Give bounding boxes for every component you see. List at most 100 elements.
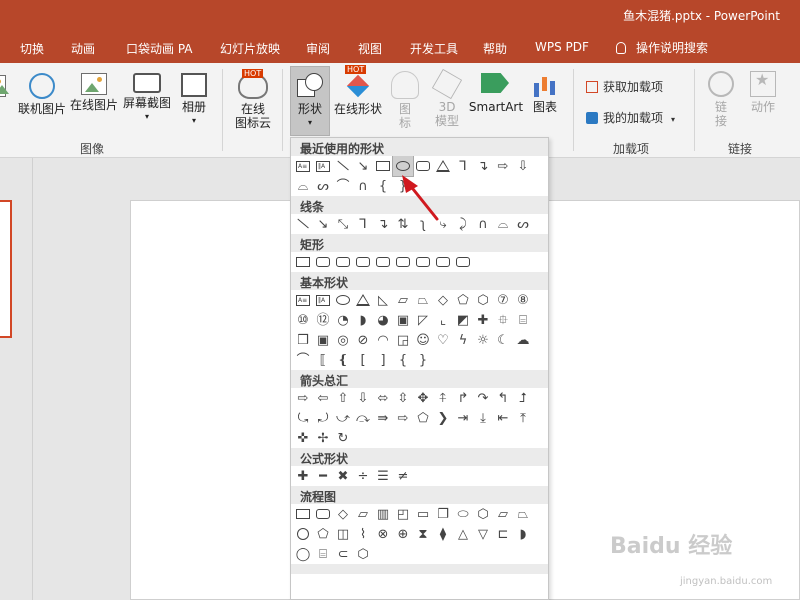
shape-flowchart-offpage[interactable]: ⬠ [313, 524, 333, 544]
shape-cross[interactable]: ✚ [473, 310, 493, 330]
shape-notched-right-arrow[interactable]: ⇨ [393, 408, 413, 428]
shape-elbow-arrow[interactable]: ↴ [473, 156, 493, 176]
shape-elbow-connector[interactable]: ⅂ [353, 214, 373, 234]
shape-flowchart-display[interactable]: ⬡ [353, 544, 373, 564]
shape-flowchart-extract[interactable]: △ [453, 524, 473, 544]
shape-flowchart-sort[interactable]: ⧫ [433, 524, 453, 544]
tab-animations[interactable]: 动画 [71, 40, 95, 57]
shape-half-frame[interactable]: ◸ [413, 310, 433, 330]
shape-flowchart-alternate-process[interactable] [313, 504, 333, 524]
shape-bent-up-arrow[interactable]: ⮥ [513, 388, 533, 408]
shape-flowchart-delay[interactable]: ◗ [513, 524, 533, 544]
screenshot-button[interactable]: 屏幕截图 ▾ [121, 73, 173, 124]
shape-flowchart-process[interactable] [293, 504, 313, 524]
shape-left-bracket[interactable]: [ [353, 350, 373, 370]
tab-pocket-animation[interactable]: 口袋动画 PA [126, 40, 193, 57]
shape-left-right-arrow-callout[interactable]: ✜ [293, 428, 313, 448]
shape-up-arrow[interactable]: ⇧ [333, 388, 353, 408]
shape-curved-connector[interactable]: ʅ [413, 214, 433, 234]
shape-flowchart-decision[interactable]: ◇ [333, 504, 353, 524]
shape-down-arrow[interactable]: ⇩ [353, 388, 373, 408]
shape-arc[interactable]: ⌒ [333, 176, 353, 196]
shape-trapezoid[interactable]: ⏢ [413, 290, 433, 310]
shape-flowchart-preparation[interactable]: ⬡ [473, 504, 493, 524]
shape-octagon[interactable]: ⑧ [513, 290, 533, 310]
shape-line[interactable] [333, 156, 353, 176]
shape-rect[interactable] [293, 252, 313, 272]
shape-quad-arrow-callout[interactable]: ✢ [313, 428, 333, 448]
shape-curved-left-arrow[interactable]: ⤾ [313, 408, 333, 428]
shape-plus[interactable]: ✚ [293, 466, 313, 486]
shape-right-arrow[interactable]: ⇨ [493, 156, 513, 176]
shape-right-bracket[interactable]: ] [373, 350, 393, 370]
chart-button[interactable]: 图表 [528, 71, 562, 114]
slide-thumbnail-selected[interactable] [0, 200, 12, 338]
shape-bent-arrow[interactable]: ↱ [453, 388, 473, 408]
shapes-button[interactable]: 形状 ▾ [290, 71, 330, 130]
shape-elbow-connector[interactable]: ⅂ [453, 156, 473, 176]
my-addins-button[interactable]: 我的加载项 ▾ [586, 109, 675, 126]
shape-freeform[interactable]: ⌓ [293, 176, 313, 196]
shape-parallelogram[interactable]: ▱ [393, 290, 413, 310]
shape-scribble[interactable]: ᔕ [513, 214, 533, 234]
3d-models-button[interactable]: 3D 模型 [430, 68, 464, 128]
shape-freeform[interactable]: ⌓ [493, 214, 513, 234]
shape-flowchart-punched-tape[interactable]: ⌇ [353, 524, 373, 544]
shape-plaque[interactable]: ⯐ [493, 310, 513, 330]
shape-vertical-textbox[interactable]: ‖A [313, 156, 333, 176]
shape-hexagon[interactable]: ⬡ [473, 290, 493, 310]
shape-snip-corner-rect[interactable] [333, 252, 353, 272]
shape-down-arrow-callout[interactable]: ⤓ [473, 408, 493, 428]
shape-block-arc[interactable]: ◠ [373, 330, 393, 350]
online-shapes-button[interactable]: HOT 在线形状 [332, 65, 384, 116]
shape-left-brace[interactable]: { [393, 350, 413, 370]
photo-album-button[interactable]: 相册 ▾ [176, 73, 212, 128]
get-addins-button[interactable]: 获取加载项 [586, 78, 663, 95]
shape-right-triangle[interactable]: ◺ [373, 290, 393, 310]
shape-snip-same-side-rect[interactable] [353, 252, 373, 272]
shape-snip-round-rect[interactable] [393, 252, 413, 272]
shape-down-arrow[interactable]: ⇩ [513, 156, 533, 176]
shape-heptagon[interactable]: ⑦ [493, 290, 513, 310]
action-button[interactable]: ★ 动作 [746, 71, 780, 114]
shape-u-turn-arrow[interactable]: ↷ [473, 388, 493, 408]
online-icon-cloud-button[interactable]: HOT 在线 图标云 [232, 69, 274, 130]
shape-right-brace[interactable]: } [393, 176, 413, 196]
shape-flowchart-stored-data[interactable]: ⊏ [493, 524, 513, 544]
shape-curved-arrow[interactable]: ⤷ [433, 214, 453, 234]
shape-chevron[interactable]: ❯ [433, 408, 453, 428]
shape-flowchart-or[interactable]: ⊕ [393, 524, 413, 544]
online-picture-button[interactable]: 联机图片 [16, 73, 68, 116]
shape-pentagon[interactable]: ⬠ [453, 290, 473, 310]
shape-dodecagon[interactable]: ⑫ [313, 310, 333, 330]
shape-flowchart-merge[interactable]: ▽ [473, 524, 493, 544]
shape-decagon[interactable]: ⑩ [293, 310, 313, 330]
shape-chord[interactable]: ◗ [353, 310, 373, 330]
shape-minus[interactable]: ━ [313, 466, 333, 486]
shape-oval-selected[interactable] [392, 155, 414, 177]
icons-button[interactable]: 图 标 [388, 71, 422, 130]
shape-up-down-arrow[interactable]: ⇳ [393, 388, 413, 408]
shape-double-arrow-line[interactable]: ⤡ [333, 214, 353, 234]
shape-no-symbol[interactable]: ⊘ [353, 330, 373, 350]
shape-left-arrow-callout[interactable]: ⇤ [493, 408, 513, 428]
web-picture-button[interactable]: 在线图片 [68, 73, 120, 112]
shape-flowchart-collate[interactable]: ⧗ [413, 524, 433, 544]
shape-round-diagonal-rect[interactable] [453, 252, 473, 272]
shape-multiply[interactable]: ✖ [333, 466, 353, 486]
shape-curved-down-arrow[interactable]: ⤼ [353, 408, 373, 428]
tell-me-search[interactable]: 操作说明搜索 [616, 39, 708, 56]
shape-quad-arrow[interactable]: ✥ [413, 388, 433, 408]
tab-transitions[interactable]: 切换 [20, 40, 44, 57]
shape-flowchart-manual-input[interactable]: ⏥ [493, 504, 513, 524]
shape-left-up-arrow[interactable]: ↰ [493, 388, 513, 408]
shape-triangle[interactable] [353, 290, 373, 310]
shape-flowchart-magnetic-disk[interactable]: ⌸ [313, 544, 333, 564]
shape-arc[interactable]: ⌒ [293, 350, 313, 370]
shape-pie[interactable]: ◔ [333, 310, 353, 330]
tab-wps-pdf[interactable]: WPS PDF [535, 40, 589, 54]
shape-donut[interactable]: ◎ [333, 330, 353, 350]
shape-left-right-up-arrow[interactable]: ⍏ [433, 388, 453, 408]
shape-left-brace[interactable]: { [373, 176, 393, 196]
shape-arrow-line[interactable]: ↘ [313, 214, 333, 234]
